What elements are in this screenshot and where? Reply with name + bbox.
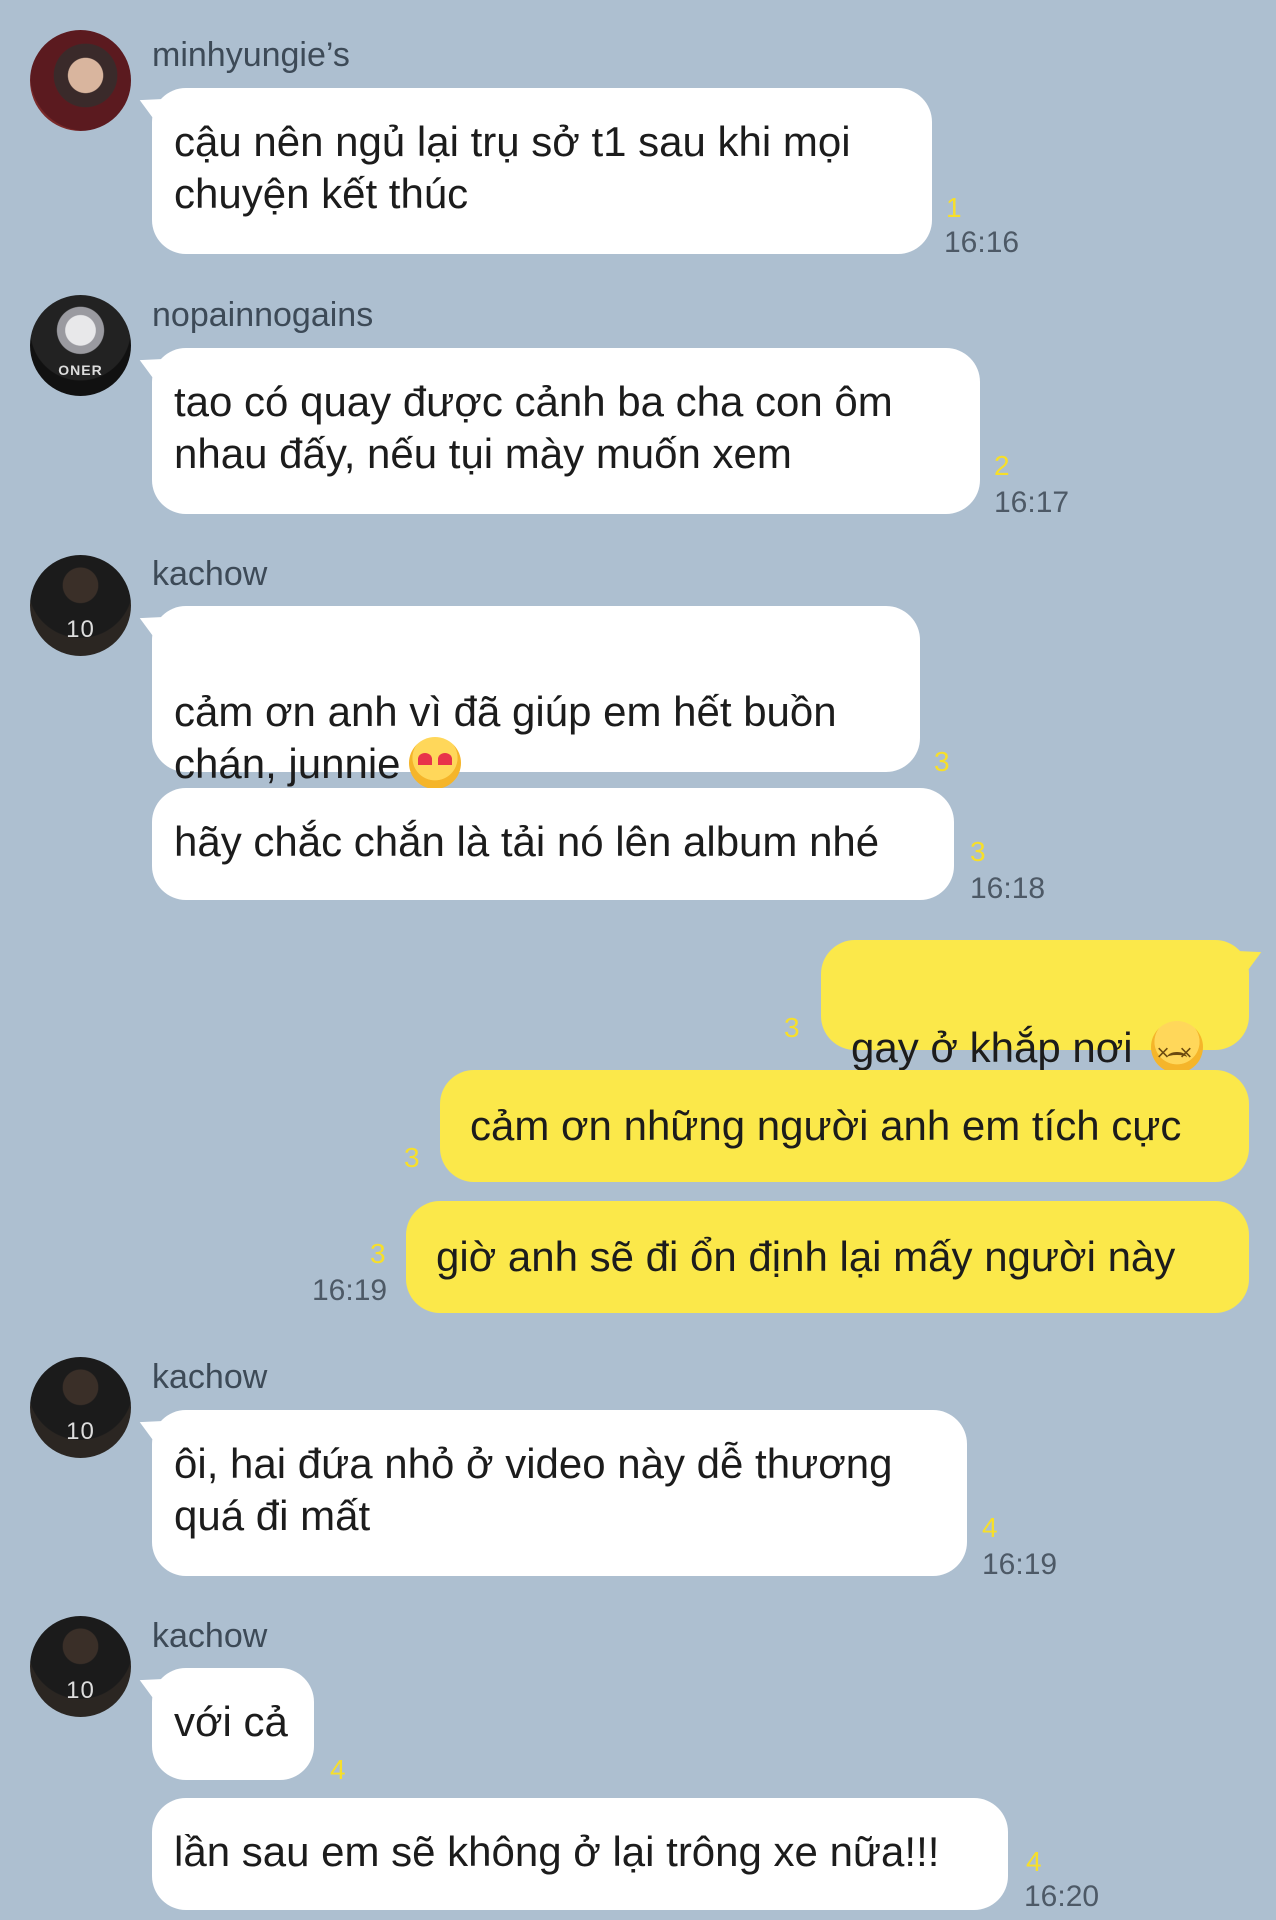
message-bubble[interactable]: lần sau em sẽ không ở lại trông xe nữa!!…: [152, 1798, 1008, 1910]
unread-count: 3: [784, 1012, 800, 1043]
message-bubble[interactable]: với cả: [152, 1668, 314, 1780]
message-bubble[interactable]: cảm ơn những người anh em tích cực: [440, 1070, 1249, 1182]
sender-name: nopainnogains: [152, 296, 374, 334]
avatar[interactable]: 10: [30, 1357, 131, 1458]
sender-name: minhyungie’s: [152, 36, 350, 74]
message-time: 16:19: [312, 1274, 388, 1307]
unread-count: 3: [970, 836, 986, 867]
avatar[interactable]: 10: [30, 1616, 131, 1717]
avatar[interactable]: ONER: [30, 295, 131, 396]
unread-count: 4: [982, 1512, 998, 1543]
message-time: 16:17: [994, 486, 1070, 519]
message-bubble[interactable]: cậu nên ngủ lại trụ sở t1 sau khi mọi ch…: [152, 88, 932, 254]
unread-count: 3: [404, 1142, 420, 1173]
persevering-face-emoji-icon: [1150, 1020, 1203, 1079]
message-bubble[interactable]: gay ở khắp nơi: [821, 940, 1249, 1079]
sender-name: kachow: [152, 1358, 268, 1396]
unread-count: 4: [330, 1754, 346, 1785]
message-text: cảm ơn anh vì đã giúp em hết buồn chán, …: [174, 688, 837, 787]
unread-count: 3: [934, 746, 950, 777]
heart-eyes-emoji-icon: [408, 736, 461, 789]
message-bubble[interactable]: giờ anh sẽ đi ổn định lại mấy người này: [406, 1201, 1249, 1313]
unread-count: 4: [1026, 1846, 1042, 1877]
avatar-label: 10: [66, 1677, 95, 1704]
message-time: 16:20: [1024, 1880, 1100, 1913]
avatar-label: ONER: [58, 362, 103, 378]
message-bubble[interactable]: tao có quay được cảnh ba cha con ôm nhau…: [152, 348, 980, 514]
avatar[interactable]: [30, 30, 131, 131]
avatar[interactable]: 10: [30, 555, 131, 656]
avatar-label: 10: [66, 1418, 95, 1445]
message-bubble[interactable]: ôi, hai đứa nhỏ ở video này dễ thương qu…: [152, 1410, 967, 1576]
message-time: 16:18: [970, 872, 1046, 905]
message-time: 16:19: [982, 1548, 1058, 1581]
message-bubble[interactable]: hãy chắc chắn là tải nó lên album nhé: [152, 788, 954, 900]
unread-count: 1: [946, 192, 962, 223]
sender-name: kachow: [152, 1617, 268, 1655]
unread-count: 3: [370, 1238, 386, 1269]
message-time: 16:16: [944, 226, 1020, 259]
avatar-label: 10: [66, 616, 95, 643]
message-bubble[interactable]: cảm ơn anh vì đã giúp em hết buồn chán, …: [152, 606, 920, 789]
sender-name: kachow: [152, 555, 268, 593]
message-text: gay ở khắp nơi: [851, 1024, 1133, 1071]
unread-count: 2: [994, 450, 1010, 481]
